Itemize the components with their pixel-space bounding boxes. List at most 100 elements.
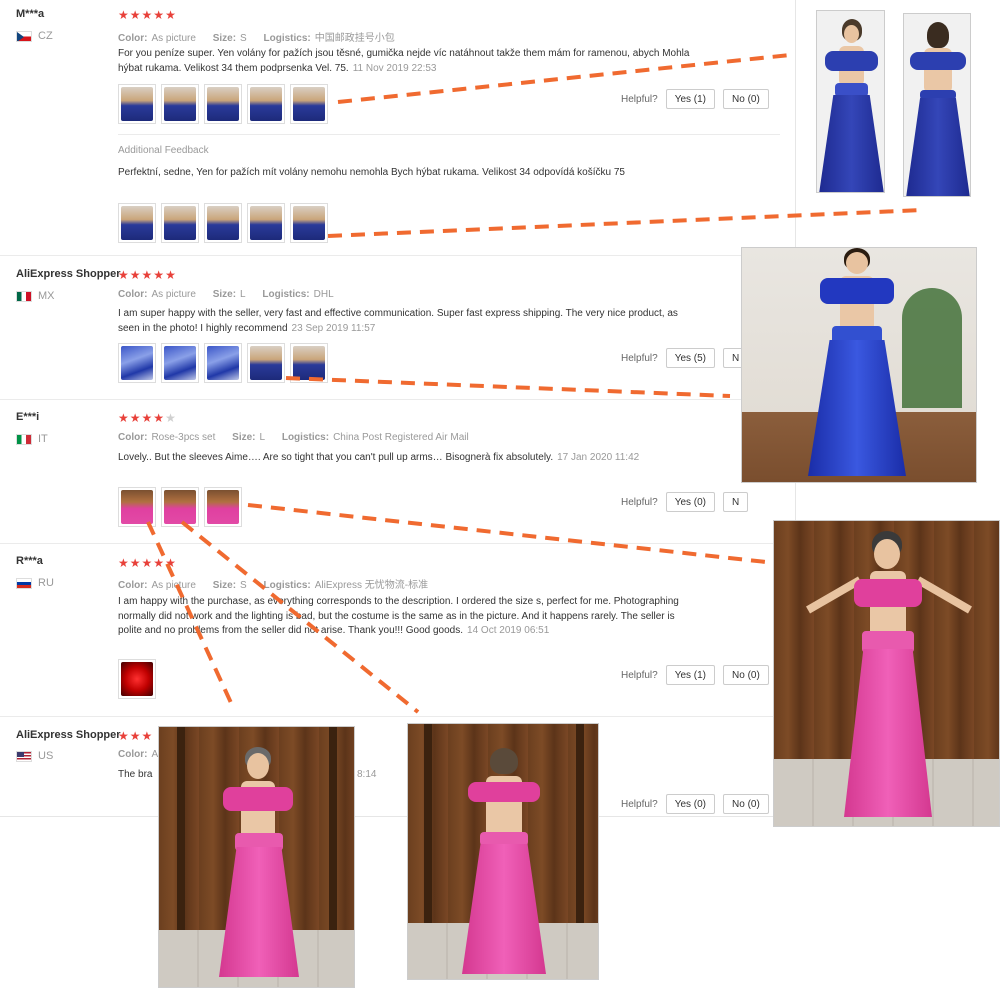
helpful-votes: Helpful? Yes (0) N [621,492,749,512]
star-rating: ★ ★ ★ ★ ★ [118,269,176,281]
review-date: 17 Jan 2020 11:42 [557,452,640,463]
star-icon: ★ [153,411,165,425]
star-empty-icon: ★ [165,411,176,425]
photo-thumbnail[interactable] [161,487,199,527]
star-rating: ★ ★ ★ ★ ★ [118,557,176,569]
star-icon: ★ [129,556,141,570]
star-icon: ★ [141,729,153,743]
additional-feedback-label: Additional Feedback [118,145,209,156]
review-divider [0,255,796,256]
additional-photos [118,203,328,243]
helpful-no-button[interactable]: No (0) [723,665,769,685]
reviewer-name: R***a [16,555,43,567]
helpful-votes: Helpful? Yes (1) No (0) [621,665,769,685]
helpful-votes: Helpful? Yes (5) N [621,348,749,368]
czech-flag-icon [16,30,32,42]
helpful-no-button[interactable]: No (0) [723,794,769,814]
star-icon: ★ [141,8,153,22]
photo-thumbnail[interactable] [204,203,242,243]
photo-thumbnail[interactable] [204,343,242,383]
star-icon: ★ [129,729,141,743]
order-attributes: Color: As picture Size: L Logistics: DHL [118,289,334,300]
star-icon: ★ [129,8,141,22]
order-attributes: Color: As picture Size: S Logistics: 中国邮政挂号… [118,33,395,44]
review-text: For you peníze super. Yen volány for paž… [118,48,690,74]
photo-thumbnail[interactable] [290,84,328,124]
star-rating: ★ ★ ★ ★ ★ [118,9,176,21]
star-icon: ★ [141,268,153,282]
photo-thumbnail[interactable] [118,487,156,527]
enlarged-photo-blue-room [741,247,977,483]
helpful-yes-button[interactable]: Yes (1) [665,89,716,109]
review-photos [118,343,328,383]
helpful-yes-button[interactable]: Yes (0) [665,794,716,814]
star-icon: ★ [118,268,129,282]
photo-thumbnail[interactable] [290,343,328,383]
star-rating: ★ ★ ★ ★ ★ [118,412,176,424]
star-icon: ★ [153,556,165,570]
photo-thumbnail[interactable] [247,203,285,243]
star-icon: ★ [165,556,176,570]
helpful-no-button[interactable]: No (0) [723,89,769,109]
italy-flag-icon [16,433,32,445]
enlarged-photo-blue-front [816,10,885,193]
review-date: 11 Nov 2019 22:53 [352,62,437,74]
reviewer-name: E***i [16,411,40,423]
review-date: 14 Oct 2019 06:51 [467,625,550,636]
reviewer-country: IT [16,433,48,445]
photo-thumbnail[interactable] [290,203,328,243]
star-icon: ★ [129,411,141,425]
review-divider [0,543,796,544]
photo-thumbnail[interactable] [161,84,199,124]
review-photos [118,487,242,527]
helpful-yes-button[interactable]: Yes (1) [665,665,716,685]
photo-thumbnail[interactable] [247,343,285,383]
star-icon: ★ [141,556,153,570]
reviewer-name: M***a [16,8,45,20]
reviewer-country: RU [16,577,54,589]
photo-thumbnail[interactable] [118,659,156,699]
star-icon: ★ [118,8,129,22]
review-divider [0,399,796,400]
photo-thumbnail[interactable] [161,343,199,383]
usa-flag-icon [16,750,32,762]
review-date: 23 Sep 2019 11:57 [291,322,376,334]
mexico-flag-icon [16,290,32,302]
helpful-yes-button[interactable]: Yes (5) [665,348,716,368]
photo-thumbnail[interactable] [204,84,242,124]
enlarged-photo-pink-back [407,723,599,980]
star-icon: ★ [141,411,153,425]
star-icon: ★ [165,268,176,282]
star-icon: ★ [129,268,141,282]
order-attributes: Color: As picture Size: S Logistics: AliExp… [118,580,429,591]
review-divider [0,716,796,717]
reviewer-country: CZ [16,30,53,42]
photo-thumbnail[interactable] [161,203,199,243]
star-icon: ★ [118,556,129,570]
star-icon: ★ [165,8,176,22]
review-photos [118,659,156,699]
enlarged-photo-blue-back [903,13,971,197]
helpful-votes: Helpful? Yes (1) No (0) [621,89,769,109]
additional-feedback-text: Perfektní, sedne, Yen for pažích mít vol… [118,167,625,178]
star-rating: ★ ★ ★ [118,730,152,742]
photo-thumbnail[interactable] [118,203,156,243]
star-icon: ★ [153,8,165,22]
star-icon: ★ [153,268,165,282]
divider [118,134,780,135]
photo-thumbnail[interactable] [204,487,242,527]
reviewer-country: MX [16,290,55,302]
order-attributes: Color: Rose-3pcs set Size: L Logistics: Chi… [118,432,469,443]
enlarged-photo-pink-arms [773,520,1000,827]
star-icon: ★ [118,411,129,425]
photo-thumbnail[interactable] [247,84,285,124]
photo-thumbnail[interactable] [118,84,156,124]
helpful-yes-button[interactable]: Yes (0) [665,492,716,512]
russia-flag-icon [16,577,32,589]
enlarged-photo-pink-front [158,726,355,988]
reviewer-name: AliExpress Shopper [16,268,121,280]
helpful-votes: Helpful? Yes (0) No (0) [621,794,769,814]
photo-thumbnail[interactable] [118,343,156,383]
reviewer-name: AliExpress Shopper [16,729,121,741]
helpful-no-button[interactable]: N [723,492,749,512]
